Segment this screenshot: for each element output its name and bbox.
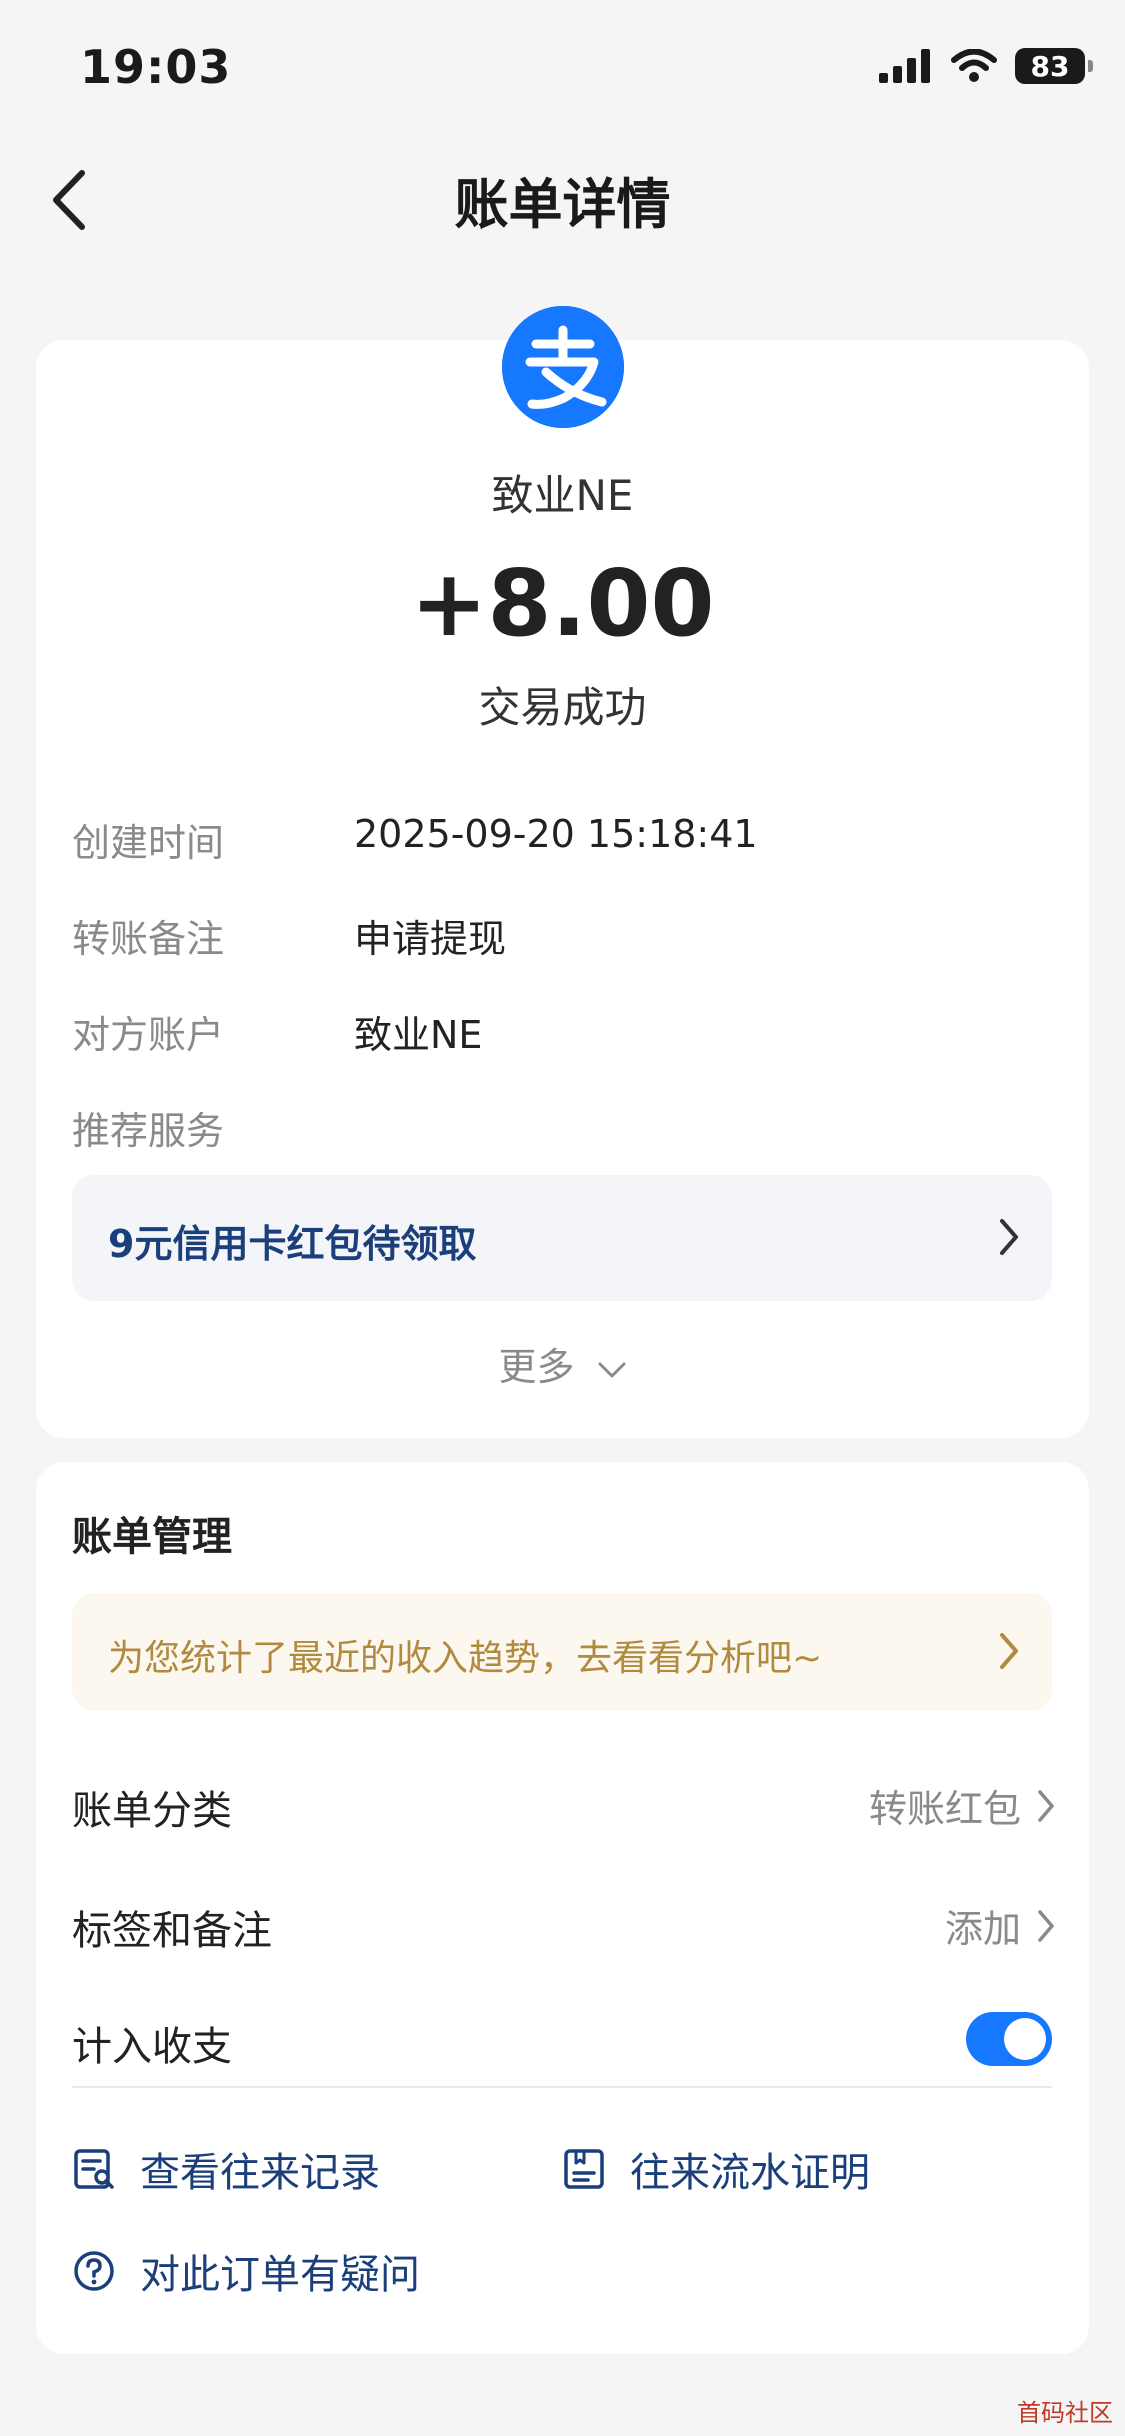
battery-level: 83 [1030,49,1070,83]
transfer-note-value: 申请提现 [354,917,507,961]
document-search-icon [74,2149,114,2189]
credit-card-promo[interactable]: 9元信用卡红包待领取 [72,1175,1052,1301]
recommended-services-label: 推荐服务 [72,1109,225,1153]
order-question-label: 对此订单有疑问 [140,2252,420,2298]
tags-notes-add[interactable]: 添加 [945,1898,1057,1953]
chevron-right-icon [1038,1789,1054,1822]
promo-text: 9元信用卡红包待领取 [108,1222,477,1266]
battery-icon: 83 [1015,48,1093,84]
wifi-icon [951,49,997,82]
chevron-right-icon [1000,1633,1018,1669]
counterparty-label: 对方账户 [72,1013,225,1057]
view-records-label: 查看往来记录 [140,2150,380,2196]
created-time-label: 创建时间 [72,821,225,865]
more-label: 更多 [498,1345,575,1389]
bill-category-selector[interactable]: 转账红包 [869,1778,1057,1833]
order-question-link[interactable]: 对此订单有疑问 [72,2242,420,2300]
counterparty-value[interactable]: 致业NE [354,1004,482,1059]
alipay-logo-icon [502,306,624,428]
tip-text: 为您统计了最近的收入趋势，去看看分析吧~ [108,1638,823,1679]
tags-notes-label: 标签和备注 [72,1908,272,1954]
payee-name: 致业NE [491,471,634,520]
status-time: 19:03 [80,40,232,94]
help-circle-icon [74,2251,114,2291]
transaction-amount: +8.00 [410,550,715,657]
count-in-label: 计入收支 [72,2024,232,2070]
bill-category-value: 转账红包 [868,1787,1021,1831]
income-trend-tip[interactable]: 为您统计了最近的收入趋势，去看看分析吧~ [72,1593,1052,1711]
chevron-right-icon [1038,1909,1054,1942]
chevron-down-icon [598,1362,626,1377]
cellular-signal-icon [879,49,930,83]
tags-notes-value: 添加 [944,1907,1021,1951]
certificate-icon [564,2149,604,2189]
transaction-proof-label: 往来流水证明 [630,2150,870,2196]
view-records-link[interactable]: 查看往来记录 [72,2140,380,2198]
count-in-toggle[interactable] [966,2012,1052,2066]
watermark: 首码社区 [1017,2399,1113,2427]
chevron-right-icon [1000,1219,1018,1255]
section-title: 账单管理 [72,1514,232,1560]
status-icons: 83 [879,48,1093,84]
transaction-proof-link[interactable]: 往来流水证明 [562,2140,870,2198]
divider [72,2086,1052,2088]
transaction-status: 交易成功 [478,683,647,732]
transfer-note-label: 转账备注 [72,917,225,961]
bill-category-label: 账单分类 [72,1788,232,1834]
created-time-value: 2025-09-20 15:18:41 [354,812,758,856]
more-button[interactable]: 更多 [0,1336,1125,1391]
page-title: 账单详情 [454,173,671,236]
toggle-knob [1004,2018,1046,2060]
